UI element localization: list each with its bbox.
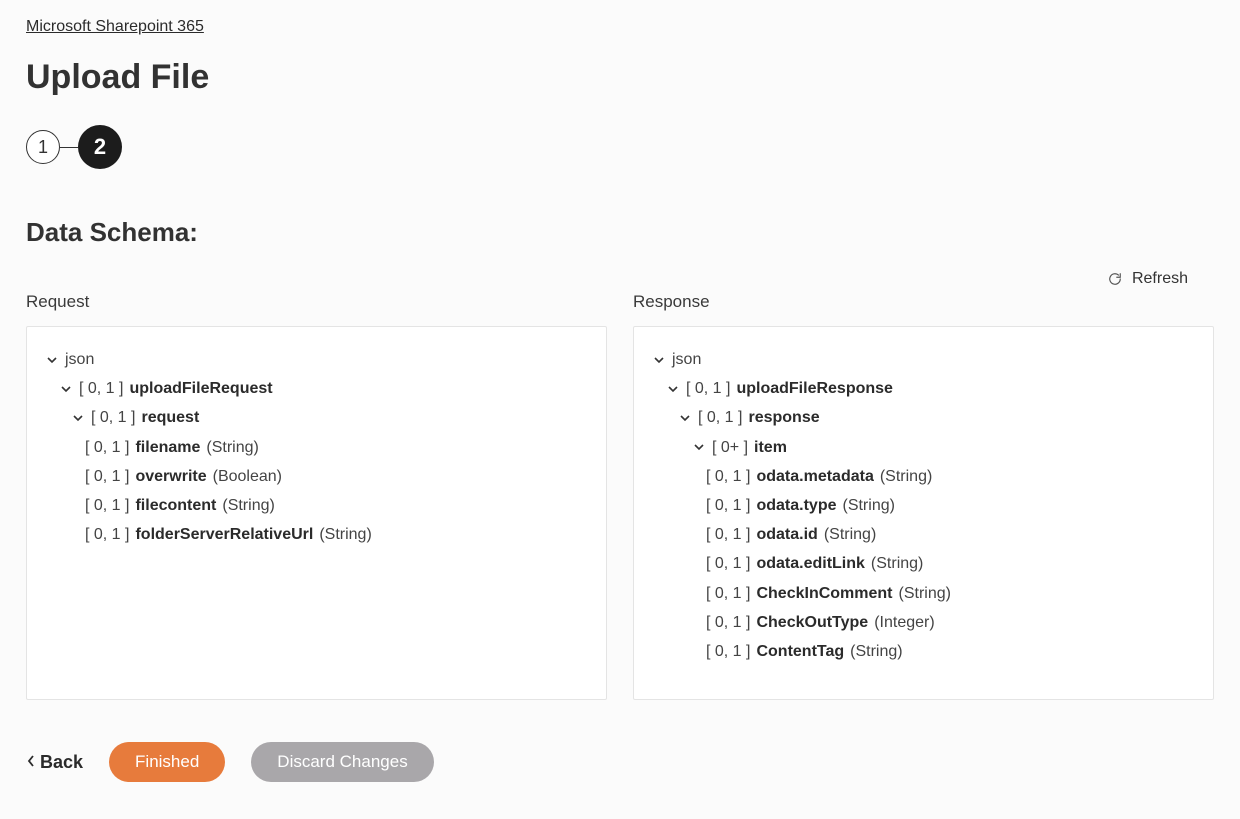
refresh-icon <box>1108 272 1122 286</box>
breadcrumb-link[interactable]: Microsoft Sharepoint 365 <box>26 18 204 35</box>
field-type: (Integer) <box>874 613 934 632</box>
discard-button[interactable]: Discard Changes <box>251 742 433 782</box>
tree-root-label: json <box>672 350 701 369</box>
tree-row[interactable]: [ 0, 1 ] uploadFileRequest <box>45 374 588 403</box>
stepper: 1 2 <box>26 125 1214 169</box>
field-type: (String) <box>899 584 951 603</box>
field-name: odata.type <box>756 496 836 515</box>
field-type: (String) <box>319 525 371 544</box>
field-type: (Boolean) <box>213 467 282 486</box>
refresh-button[interactable]: Refresh <box>1108 270 1188 288</box>
tree-row[interactable]: [ 0, 1 ] response <box>652 403 1195 432</box>
field-name: folderServerRelativeUrl <box>135 525 313 544</box>
response-schema-box: json [ 0, 1 ] uploadFileResponse[ 0, 1 ]… <box>633 326 1214 700</box>
finished-button[interactable]: Finished <box>109 742 225 782</box>
tree-root[interactable]: json <box>45 345 588 374</box>
chevron-down-icon <box>666 382 680 396</box>
tree-row: [ 0, 1 ] CheckOutType (Integer) <box>652 608 1195 637</box>
field-type: (String) <box>871 554 923 573</box>
chevron-down-icon <box>59 382 73 396</box>
cardinality-label: [ 0, 1 ] <box>91 408 135 427</box>
chevron-down-icon <box>71 411 85 425</box>
field-name: ContentTag <box>756 642 844 661</box>
field-name: odata.metadata <box>756 467 873 486</box>
cardinality-label: [ 0+ ] <box>712 438 748 457</box>
field-type: (String) <box>206 438 258 457</box>
back-button[interactable]: Back <box>26 752 83 773</box>
cardinality-label: [ 0, 1 ] <box>85 467 129 486</box>
cardinality-label: [ 0, 1 ] <box>85 525 129 544</box>
field-type: (String) <box>880 467 932 486</box>
tree-row: [ 0, 1 ] odata.id (String) <box>652 520 1195 549</box>
field-name: filename <box>135 438 200 457</box>
tree-row: [ 0, 1 ] odata.type (String) <box>652 491 1195 520</box>
cardinality-label: [ 0, 1 ] <box>706 554 750 573</box>
tree-row[interactable]: [ 0+ ] item <box>652 433 1195 462</box>
page-title: Upload File <box>26 58 1214 97</box>
cardinality-label: [ 0, 1 ] <box>706 642 750 661</box>
tree-row: [ 0, 1 ] CheckInComment (String) <box>652 579 1195 608</box>
tree-row: [ 0, 1 ] filecontent (String) <box>45 491 588 520</box>
cardinality-label: [ 0, 1 ] <box>686 379 730 398</box>
request-heading: Request <box>26 292 607 312</box>
chevron-down-icon <box>678 411 692 425</box>
refresh-label: Refresh <box>1132 270 1188 288</box>
tree-row[interactable]: [ 0, 1 ] request <box>45 403 588 432</box>
field-name: response <box>748 408 819 427</box>
field-name: CheckOutType <box>756 613 868 632</box>
field-name: filecontent <box>135 496 216 515</box>
tree-row: [ 0, 1 ] filename (String) <box>45 433 588 462</box>
chevron-left-icon <box>26 752 36 773</box>
cardinality-label: [ 0, 1 ] <box>79 379 123 398</box>
cardinality-label: [ 0, 1 ] <box>706 613 750 632</box>
cardinality-label: [ 0, 1 ] <box>706 525 750 544</box>
field-name: request <box>141 408 199 427</box>
field-name: odata.editLink <box>756 554 864 573</box>
tree-row[interactable]: [ 0, 1 ] uploadFileResponse <box>652 374 1195 403</box>
field-name: uploadFileRequest <box>129 379 272 398</box>
tree-row: [ 0, 1 ] odata.metadata (String) <box>652 462 1195 491</box>
field-type: (String) <box>850 642 902 661</box>
step-connector <box>60 147 78 148</box>
chevron-down-icon <box>45 353 59 367</box>
chevron-down-icon <box>652 353 666 367</box>
cardinality-label: [ 0, 1 ] <box>85 438 129 457</box>
field-name: overwrite <box>135 467 206 486</box>
tree-row: [ 0, 1 ] ContentTag (String) <box>652 637 1195 666</box>
field-name: odata.id <box>756 525 817 544</box>
field-name: CheckInComment <box>756 584 892 603</box>
response-heading: Response <box>633 292 1214 312</box>
step-1[interactable]: 1 <box>26 130 60 164</box>
chevron-down-icon <box>692 440 706 454</box>
back-label: Back <box>40 752 83 773</box>
tree-row: [ 0, 1 ] overwrite (Boolean) <box>45 462 588 491</box>
section-title: Data Schema: <box>26 217 1214 248</box>
tree-root[interactable]: json <box>652 345 1195 374</box>
step-2[interactable]: 2 <box>78 125 122 169</box>
field-name: item <box>754 438 787 457</box>
tree-row: [ 0, 1 ] folderServerRelativeUrl (String… <box>45 520 588 549</box>
field-type: (String) <box>842 496 894 515</box>
tree-row: [ 0, 1 ] odata.editLink (String) <box>652 549 1195 578</box>
field-type: (String) <box>222 496 274 515</box>
cardinality-label: [ 0, 1 ] <box>706 584 750 603</box>
cardinality-label: [ 0, 1 ] <box>706 496 750 515</box>
cardinality-label: [ 0, 1 ] <box>85 496 129 515</box>
request-schema-box: json [ 0, 1 ] uploadFileRequest[ 0, 1 ] … <box>26 326 607 700</box>
cardinality-label: [ 0, 1 ] <box>698 408 742 427</box>
tree-root-label: json <box>65 350 94 369</box>
field-name: uploadFileResponse <box>736 379 892 398</box>
field-type: (String) <box>824 525 876 544</box>
cardinality-label: [ 0, 1 ] <box>706 467 750 486</box>
